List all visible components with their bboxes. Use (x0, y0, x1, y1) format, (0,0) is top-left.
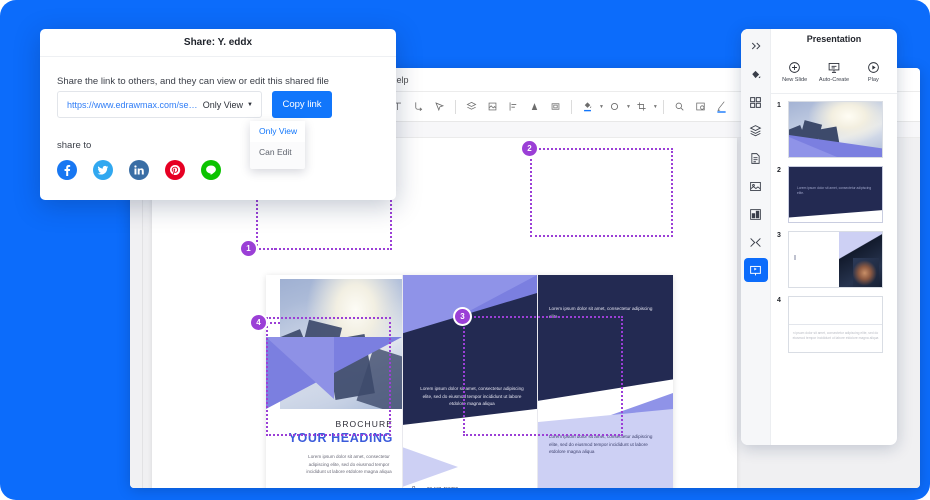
contact-row: 02-123-456789 (412, 481, 532, 488)
crop-icon[interactable] (631, 96, 652, 117)
brochure-body-4: Lorem ipsum dolor sit amet, consectetur … (549, 306, 653, 319)
permission-dropdown[interactable]: Only View ▼ (199, 100, 261, 110)
auto-create-icon (827, 61, 841, 75)
toolbar-divider (662, 99, 664, 114)
line-color-icon[interactable] (604, 96, 625, 117)
align-left-icon[interactable] (503, 96, 524, 117)
border-icon[interactable] (545, 96, 566, 117)
copy-link-button[interactable]: Copy link (272, 91, 332, 118)
facebook-icon[interactable] (57, 160, 77, 180)
selection-leader-4 (266, 322, 280, 324)
presentation-title: Presentation (806, 34, 862, 44)
chart-icon[interactable] (744, 202, 768, 226)
pointer-icon[interactable] (429, 96, 450, 117)
toolbar-divider (571, 99, 572, 114)
slide-item[interactable]: 1 (777, 101, 891, 158)
share-link-box[interactable]: Only View ▼ (57, 91, 262, 118)
slide-thumbnail[interactable] (788, 101, 883, 158)
presentation-icon[interactable] (743, 258, 768, 282)
selection-badge-4[interactable]: 4 (251, 315, 266, 330)
zoom-icon[interactable] (669, 96, 690, 117)
dialog-title: Share: Y. eddx (40, 29, 396, 57)
chevron-down-icon[interactable]: ▼ (653, 104, 658, 110)
brochure-body-1: Lorem ipsum dolor sit amet, consectetur … (306, 454, 392, 475)
slide-item[interactable]: 3 (777, 231, 891, 288)
share-link-input[interactable] (58, 99, 199, 110)
slide-number: 2 (777, 167, 781, 174)
brochure-body-3: Lorem ipsum dolor sit amet, consectetur … (420, 386, 524, 407)
collapse-right-icon[interactable] (744, 34, 768, 58)
new-slide-label: New Slide (782, 76, 808, 83)
brochure-heading: YOUR HEADING (288, 431, 393, 445)
social-share-row (57, 160, 221, 180)
shuffle-icon[interactable] (744, 230, 768, 254)
slide-number: 1 (777, 102, 781, 109)
permission-option-only-view[interactable]: Only View (250, 121, 305, 142)
play-circle-icon (867, 61, 880, 75)
fill-bucket-icon[interactable] (744, 62, 768, 86)
presentation-rail (741, 29, 771, 445)
plus-circle-icon (788, 61, 801, 75)
slide-number: 3 (777, 232, 781, 239)
brochure-contacts: 02-123-456789 business@edraw.com edrawso… (412, 481, 532, 488)
play-button[interactable]: Play (854, 61, 893, 83)
selection-leader-1 (256, 248, 276, 250)
line-icon[interactable] (201, 160, 221, 180)
pinterest-icon[interactable] (165, 160, 185, 180)
chevron-down-icon: ▼ (247, 101, 253, 108)
slide-caption: Lorem ipsum dolor sit amet, consectetur … (797, 186, 872, 195)
image-icon[interactable] (744, 174, 768, 198)
slide-list[interactable]: 1 2 Lorem ipsum dolor sit amet, consecte… (771, 94, 897, 445)
brochure-panel-left: BROCHURE YOUR HEADING Lorem ipsum dolor … (266, 275, 402, 488)
slide-item[interactable]: 4 n ipsum dolor sit amet, consectetur ad… (777, 296, 891, 353)
slide-thumbnail[interactable]: n ipsum dolor sit amet, consectetur adip… (788, 296, 883, 353)
slide-number: 4 (777, 297, 781, 304)
auto-create-label: Auto-Create (818, 76, 850, 83)
brochure-eyebrow: BROCHURE (335, 419, 393, 429)
fill-color-icon[interactable] (577, 96, 598, 117)
linkedin-icon[interactable] (129, 160, 149, 180)
presentation-actions: New Slide Auto-Create Play (771, 50, 897, 94)
slide-thumbnail[interactable]: Lorem ipsum dolor sit amet, consectetur … (788, 166, 883, 223)
document-icon[interactable] (744, 146, 768, 170)
contact-phone: 02-123-456789 (427, 486, 458, 488)
slide-item[interactable]: 2 Lorem ipsum dolor sit amet, consectetu… (777, 166, 891, 223)
selection-badge-1[interactable]: 1 (241, 241, 256, 256)
new-slide-button[interactable]: New Slide (775, 61, 814, 83)
selection-badge-3[interactable]: 3 (455, 309, 470, 324)
permission-menu[interactable]: Only View Can Edit (250, 121, 305, 169)
brochure-panel-right: Lorem ipsum dolor sit amet, consectetur … (537, 275, 673, 488)
brochure-artwork[interactable]: BROCHURE YOUR HEADING Lorem ipsum dolor … (266, 275, 673, 488)
share-link-row: Only View ▼ Copy link (57, 91, 332, 118)
layers-icon[interactable] (461, 96, 482, 117)
twitter-icon[interactable] (93, 160, 113, 180)
dialog-description: Share the link to others, and they can v… (57, 76, 329, 87)
presentation-body: Presentation New Slide Auto-Create Play (771, 29, 897, 445)
insert-image-icon[interactable] (690, 96, 711, 117)
play-label: Play (867, 76, 879, 83)
pen-icon[interactable] (711, 96, 732, 117)
frame-image-icon[interactable] (482, 96, 503, 117)
share-to-label: share to (57, 140, 92, 151)
phone-icon (412, 485, 416, 488)
presentation-panel: Presentation New Slide Auto-Create Play (741, 29, 897, 445)
slide-thumbnail[interactable] (788, 231, 883, 288)
permission-value: Only View (202, 99, 244, 110)
align-center-icon[interactable] (524, 96, 545, 117)
share-dialog: Share: Y. eddx Share the link to others,… (40, 29, 396, 200)
connector-icon[interactable] (408, 96, 429, 117)
permission-option-can-edit[interactable]: Can Edit (250, 142, 305, 163)
layers-icon[interactable] (744, 118, 768, 142)
toolbar-divider (455, 99, 456, 114)
selection-badge-2[interactable]: 2 (522, 141, 537, 156)
brochure-body-5: Lorem ipsum dolor sit amet, consectetur … (549, 434, 653, 455)
brochure-panel-middle: Lorem ipsum dolor sit amet, consectetur … (402, 275, 537, 488)
slide-caption: n ipsum dolor sit amet, consectetur adip… (792, 331, 879, 340)
grid-icon[interactable] (744, 90, 768, 114)
auto-create-button[interactable]: Auto-Create (814, 61, 853, 83)
